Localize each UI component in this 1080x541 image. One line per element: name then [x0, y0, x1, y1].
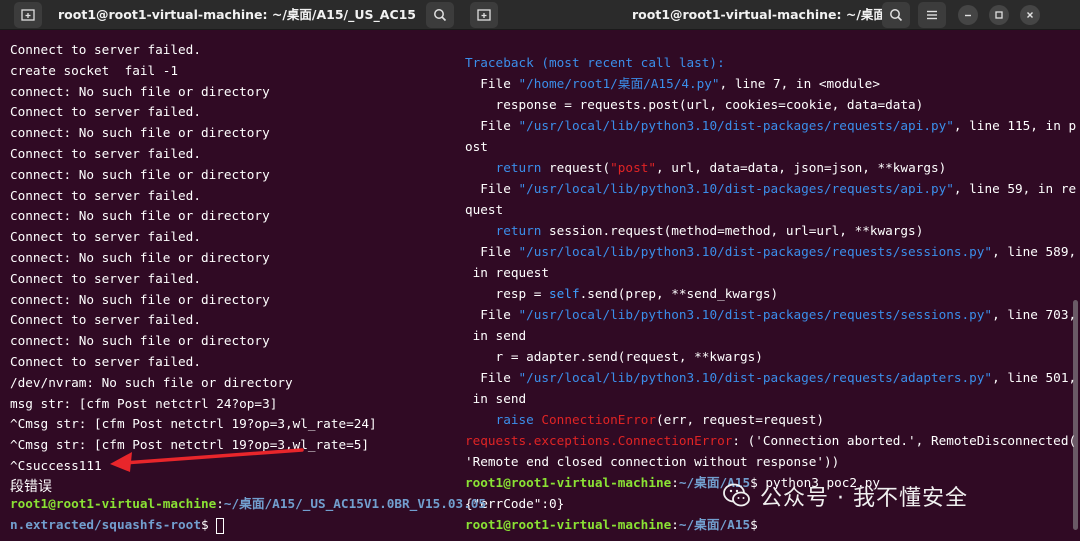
terminal-line: Connect to server failed. — [10, 354, 201, 369]
search-button[interactable] — [426, 2, 454, 28]
new-tab-icon — [21, 9, 35, 21]
traceback-frame: File "/usr/local/lib/python3.10/dist-pac… — [465, 244, 1077, 259]
terminal-line: connect: No such file or directory — [10, 208, 270, 224]
new-tab-icon — [477, 9, 491, 21]
traceback-code: r = adapter.send(request, **kwargs) — [465, 349, 763, 364]
left-shell-prompt: root1@root1-virtual-machine:~/桌面/A15/_US… — [10, 496, 487, 511]
left-shell-prompt-cont[interactable]: n.extracted/squashfs-root$ — [10, 515, 225, 535]
traceback-frame: File "/usr/local/lib/python3.10/dist-pac… — [465, 307, 1077, 322]
minimize-icon — [965, 14, 971, 17]
traceback-frame: File "/usr/local/lib/python3.10/dist-pac… — [465, 181, 1077, 196]
left-terminal-output[interactable]: Connect to server failed. create socket f… — [0, 30, 462, 541]
search-button-right[interactable] — [882, 2, 910, 28]
terminal-line: connect: No such file or directory — [10, 166, 270, 182]
wechat-logo-icon — [723, 483, 750, 507]
terminal-line: Connect to server failed. — [10, 146, 201, 161]
new-tab-button[interactable] — [14, 2, 42, 28]
close-button[interactable] — [1020, 5, 1040, 25]
terminal-line: connect: No such file or directory — [10, 291, 270, 307]
traceback-code: raise ConnectionError(err, request=reque… — [495, 412, 825, 427]
left-terminal-window[interactable]: root1@root1-virtual-machine: ~/桌面/A15/_U… — [0, 0, 462, 541]
terminal-line: connect: No such file or directory — [10, 250, 270, 265]
right-window-title: root1@root1-virtual-machine: ~/桌面/A15 — [632, 7, 882, 22]
search-icon — [890, 9, 903, 22]
minimize-button[interactable] — [958, 5, 978, 25]
right-titlebar[interactable]: root1@root1-virtual-machine: ~/桌面/A15 — [462, 0, 1080, 30]
error-message-cont: 'Remote end closed connection without re… — [465, 454, 840, 469]
text-cursor — [216, 517, 225, 534]
terminal-line: Connect to server failed. — [10, 42, 201, 57]
terminal-line: Connect to server failed. — [10, 312, 201, 328]
menu-button[interactable] — [918, 2, 946, 28]
search-icon — [434, 9, 447, 22]
maximize-button[interactable] — [989, 5, 1009, 25]
traceback-code: response = requests.post(url, cookies=co… — [465, 97, 924, 112]
scrollbar-thumb[interactable] — [1073, 300, 1078, 530]
traceback-wrap: quest — [465, 202, 504, 217]
error-message: requests.exceptions.ConnectionError: ('C… — [465, 433, 1077, 448]
traceback-wrap: ost — [465, 139, 488, 154]
maximize-icon — [995, 11, 1003, 19]
left-titlebar[interactable]: root1@root1-virtual-machine: ~/桌面/A15/_U… — [0, 0, 462, 30]
new-tab-button-right[interactable] — [470, 2, 498, 28]
terminal-line: ^Csuccess111 — [10, 458, 102, 473]
traceback-wrap: in send — [465, 391, 527, 406]
terminal-line: /dev/nvram: No such file or directory — [10, 374, 293, 390]
watermark: 公众号 · 我不懂安全 — [722, 478, 968, 514]
terminal-line: connect: No such file or directory — [10, 333, 270, 349]
terminal-line: Connect to server failed. — [10, 187, 201, 203]
terminal-line: Connect to server failed. — [10, 104, 201, 120]
traceback-code: return request("post", url, data=data, j… — [495, 160, 947, 175]
hamburger-menu-icon — [927, 10, 937, 20]
watermark-text: 公众号 · 我不懂安全 — [760, 486, 968, 511]
close-icon — [1027, 12, 1033, 18]
traceback-code: return session.request(method=method, ur… — [495, 223, 924, 238]
terminal-line: Connect to server failed. — [10, 270, 201, 286]
left-window-title: root1@root1-virtual-machine: ~/桌面/A15/_U… — [58, 7, 416, 22]
terminal-line: create socket fail -1 — [10, 62, 179, 78]
traceback-code: resp = self.send(prep, **send_kwargs) — [465, 286, 779, 301]
terminal-line: msg str: [cfm Post netctrl 24?op=3] — [10, 395, 278, 411]
traceback-frame: File "/home/root1/桌面/A15/4.py", line 7, … — [465, 76, 880, 91]
traceback-header: Traceback (most recent call last): — [465, 55, 725, 70]
traceback-frame: File "/usr/local/lib/python3.10/dist-pac… — [465, 118, 1077, 133]
terminal-line: ^Cmsg str: [cfm Post netctrl 19?op=3,wl_… — [10, 437, 370, 453]
traceback-wrap: in request — [465, 265, 550, 280]
terminal-line: connect: No such file or directory — [10, 125, 270, 141]
traceback-wrap: in send — [465, 328, 527, 343]
terminal-line: Connect to server failed. — [10, 229, 201, 245]
terminal-line: connect: No such file or directory — [10, 83, 270, 99]
shell-prompt-active[interactable]: root1@root1-virtual-machine:~/桌面/A15$ — [465, 515, 765, 535]
terminal-line: ^Cmsg str: [cfm Post netctrl 19?op=3,wl_… — [10, 416, 377, 432]
traceback-frame: File "/usr/local/lib/python3.10/dist-pac… — [465, 370, 1077, 385]
